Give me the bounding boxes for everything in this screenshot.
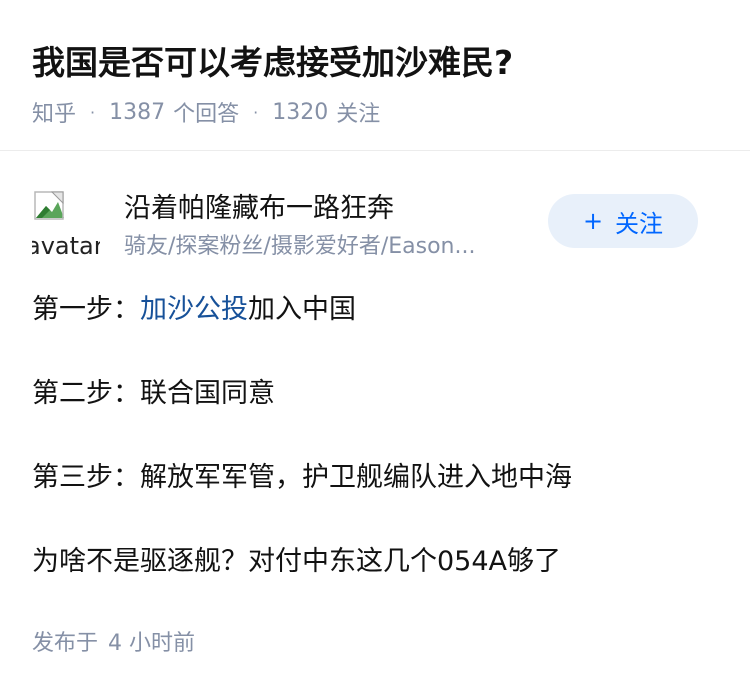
- question-header: 我国是否可以考虑接受加沙难民? 知乎 · 1387 个回答 · 1320 关注: [0, 0, 750, 150]
- question-meta: 知乎 · 1387 个回答 · 1320 关注: [32, 96, 380, 128]
- follower-count: 1320: [272, 99, 329, 125]
- answer-text: 加入中国: [248, 294, 356, 325]
- author-bio: 骑友/探案粉丝/摄影爱好者/Eason...: [124, 234, 476, 259]
- publish-time: 发布于 4 小时前: [32, 625, 195, 657]
- watermark-logo: [640, 652, 726, 676]
- follow-button-label: 关注: [615, 209, 664, 238]
- watermark-icon: [641, 655, 725, 673]
- author-name[interactable]: 沿着帕隆藏布一路狂奔: [124, 186, 394, 225]
- meta-separator: ·: [253, 102, 259, 122]
- plus-icon: +: [582, 207, 604, 235]
- divider: [0, 150, 750, 151]
- answer-paragraph: 第三步：解放军军管，护卫舰编队进入地中海: [32, 462, 572, 493]
- source-label[interactable]: 知乎: [32, 96, 76, 128]
- publish-time-value: 4 小时前: [108, 631, 196, 656]
- meta-separator: ·: [90, 102, 96, 122]
- answer-paragraph: 第二步：联合国同意: [32, 378, 275, 409]
- topic-link[interactable]: 加沙公投: [140, 294, 248, 325]
- question-title[interactable]: 我国是否可以考虑接受加沙难民?: [32, 36, 513, 84]
- avatar[interactable]: avatar: [32, 188, 100, 256]
- broken-image-icon: [34, 191, 64, 220]
- publish-label: 发布于: [32, 631, 99, 656]
- answer-text: 第一步：: [32, 294, 140, 325]
- follower-count-label: 关注: [336, 102, 381, 127]
- answer-count: 1387: [109, 99, 166, 125]
- answer-paragraph: 第一步：加沙公投加入中国: [32, 290, 356, 330]
- avatar-alt-text: avatar: [32, 232, 100, 256]
- answer-paragraph: 为啥不是驱逐舰？对付中东这几个054A够了: [32, 546, 562, 577]
- follow-button[interactable]: + 关注: [548, 194, 698, 248]
- answer-count-label: 个回答: [173, 102, 240, 127]
